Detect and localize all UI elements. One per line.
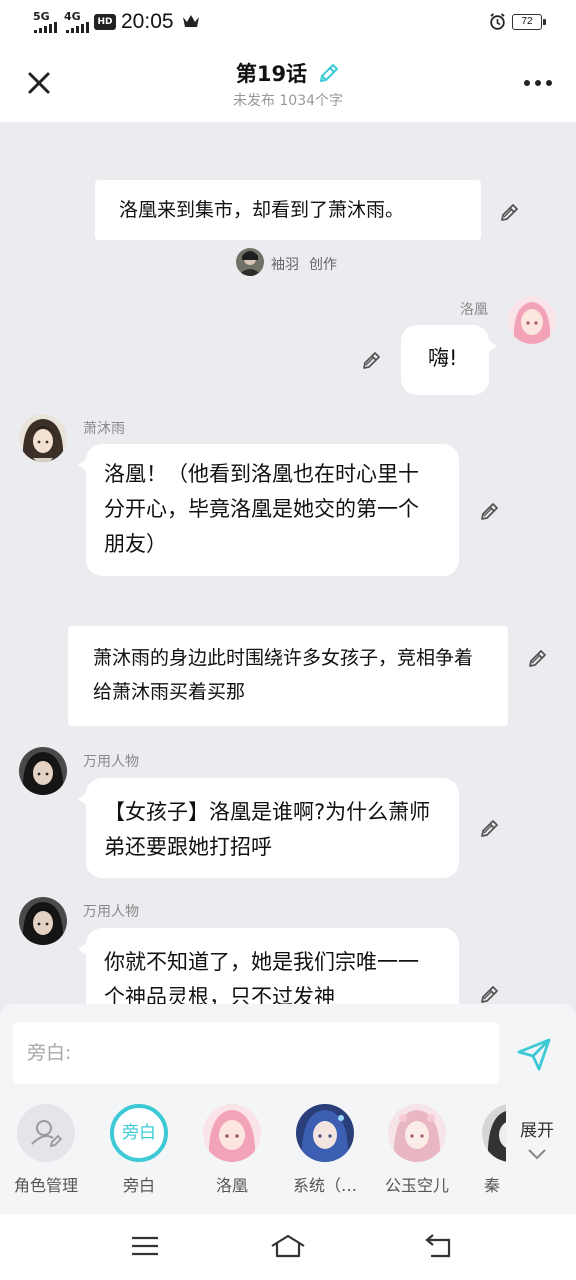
message-input[interactable] [13, 1022, 499, 1084]
status-time: 20:05 [121, 10, 174, 33]
narration-text: 洛凰来到集市，却看到了萧沐雨。 [119, 199, 405, 221]
role-gongyu[interactable]: 公玉空儿 [377, 1104, 457, 1196]
expand-label: 展开 [520, 1121, 554, 1141]
more-options-icon[interactable] [518, 68, 558, 98]
message-text: 洛凰！（他看到洛凰也在时心里十分开心，毕竟洛凰是她交的第一个朋友） [104, 462, 419, 556]
role-avatar [203, 1104, 261, 1162]
character-avatar-universal[interactable] [19, 897, 67, 945]
role-partial[interactable]: 秦 [470, 1104, 506, 1196]
edit-icon[interactable] [498, 200, 522, 224]
narration-text: 萧沐雨的身边此时围绕许多女孩子，竞相争着给萧沐雨买着买那 [93, 647, 474, 703]
menu-icon[interactable] [125, 1230, 165, 1262]
message-bubble[interactable]: 嗨! [401, 325, 497, 395]
hd-voice-icon: HD [94, 14, 116, 30]
expand-button[interactable]: 展开 [506, 1116, 568, 1165]
role-luohuang[interactable]: 洛凰 [192, 1104, 272, 1196]
message-bubble[interactable]: 你就不知道了，她是我们宗唯一一个神品灵根，只不过发神 [78, 928, 459, 1004]
signal-icon-2 [66, 22, 89, 33]
back-icon[interactable] [419, 1230, 459, 1262]
chevron-down-icon [528, 1149, 546, 1160]
role-label: 角色管理 [13, 1176, 78, 1195]
role-label: 公玉空儿 [384, 1176, 449, 1195]
send-icon[interactable] [514, 1034, 554, 1074]
user-edit-icon [17, 1104, 75, 1162]
creator-name: 袖羽 [271, 257, 299, 273]
composer-panel: 角色管理 旁白 旁白 洛凰 系统（… 公玉空儿 秦 展开 [0, 1004, 576, 1214]
creator-avatar [236, 248, 264, 276]
edit-icon[interactable] [478, 499, 502, 523]
narration-bubble[interactable]: 洛凰来到集市，却看到了萧沐雨。 [95, 180, 481, 240]
narration-badge-text: 旁白 [122, 1123, 156, 1143]
message-text: 【女孩子】洛凰是谁啊?为什么萧师弟还要跟她打招呼 [104, 800, 431, 859]
character-avatar-universal[interactable] [19, 747, 67, 795]
home-icon[interactable] [268, 1230, 308, 1262]
edit-icon[interactable] [478, 816, 502, 840]
role-avatar [388, 1104, 446, 1162]
edit-icon[interactable] [360, 348, 384, 372]
role-label: 系统（… [292, 1176, 357, 1195]
narration-bubble[interactable]: 萧沐雨的身边此时围绕许多女孩子，竞相争着给萧沐雨买着买那 [68, 626, 508, 726]
alarm-icon [490, 13, 505, 30]
word-count-subtitle: 未发布 1034个字 [232, 93, 344, 109]
character-avatar-luohuang[interactable] [508, 296, 556, 344]
role-avatar [482, 1104, 506, 1162]
battery-icon: 72 [512, 14, 546, 30]
message-bubble[interactable]: 洛凰！（他看到洛凰也在时心里十分开心，毕竟洛凰是她交的第一个朋友） [78, 444, 459, 576]
role-label: 洛凰 [215, 1176, 248, 1195]
status-bar: 5G 4G HD 20:05 72 [0, 0, 576, 44]
edit-icon[interactable] [526, 646, 550, 670]
speaker-name: 洛凰 [460, 302, 488, 318]
message-text: 嗨! [428, 346, 458, 370]
narration-role-badge: 旁白 [110, 1104, 168, 1162]
role-narration[interactable]: 旁白 旁白 [99, 1104, 179, 1196]
speaker-name: 萧沐雨 [83, 421, 125, 437]
speaker-name: 万用人物 [83, 754, 139, 770]
creator-suffix: 创作 [309, 257, 337, 273]
app-header: 第19话 未发布 1034个字 [0, 44, 576, 122]
message-bubble[interactable]: 【女孩子】洛凰是谁啊?为什么萧师弟还要跟她打招呼 [78, 778, 459, 878]
role-system[interactable]: 系统（… [285, 1104, 365, 1196]
chapter-title: 第19话 [235, 62, 308, 86]
role-manage-button[interactable]: 角色管理 [6, 1104, 86, 1196]
system-nav-bar [0, 1214, 576, 1280]
role-label: 秦 [484, 1176, 501, 1195]
edit-icon[interactable] [478, 982, 502, 1004]
role-avatar [296, 1104, 354, 1162]
speaker-name: 万用人物 [83, 904, 139, 920]
message-text: 你就不知道了，她是我们宗唯一一个神品灵根，只不过发神 [104, 950, 419, 1004]
edit-title-icon[interactable] [318, 62, 340, 84]
signal-icon [34, 22, 57, 33]
character-avatar-xiaomuyu[interactable] [19, 414, 67, 462]
title-area: 第19话 [0, 58, 576, 88]
role-label: 旁白 [122, 1176, 155, 1195]
crown-icon [183, 15, 199, 27]
chat-area[interactable]: 洛凰来到集市，却看到了萧沐雨。 袖羽 创作 洛凰 嗨! 萧沐雨 洛凰！（他看到洛… [0, 122, 576, 1004]
